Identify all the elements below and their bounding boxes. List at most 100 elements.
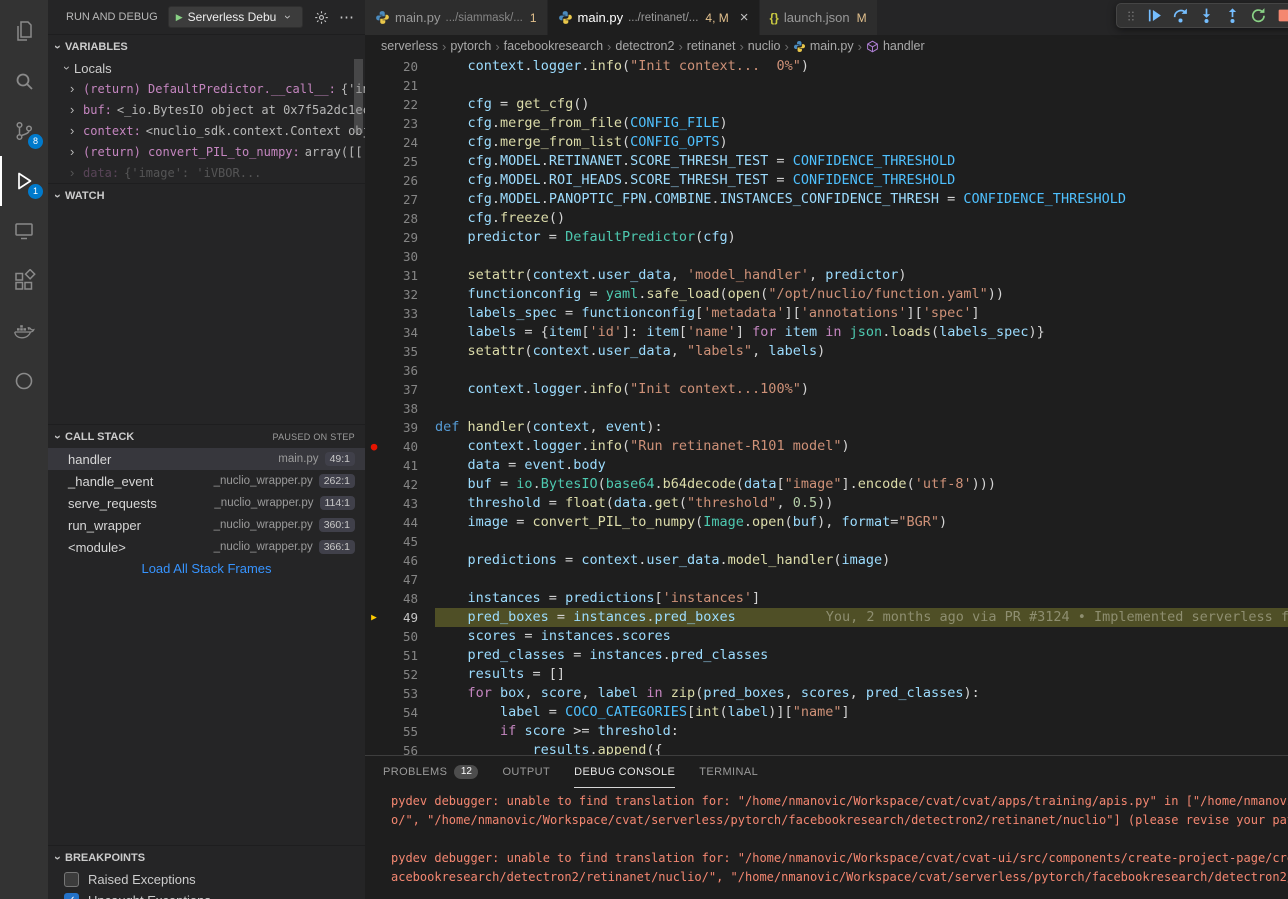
grip-icon[interactable]: [1125, 8, 1137, 24]
checkbox[interactable]: [64, 872, 79, 887]
code-text[interactable]: [435, 399, 1288, 418]
code-text[interactable]: threshold = float(data.get("threshold", …: [435, 494, 1288, 513]
editor-gutter[interactable]: 47: [365, 570, 435, 589]
activity-item-remote-explorer[interactable]: [0, 206, 48, 256]
step-out-icon[interactable]: [1224, 7, 1241, 24]
editor-gutter[interactable]: 35: [365, 342, 435, 361]
breadcrumb-item[interactable]: pytorch: [450, 39, 491, 53]
close-icon[interactable]: ×: [740, 10, 749, 25]
more-actions-icon[interactable]: ⋯: [339, 8, 355, 26]
variables-section-header[interactable]: › VARIABLES: [48, 35, 365, 58]
panel-tab-terminal[interactable]: TERMINAL: [699, 756, 758, 788]
code-text[interactable]: if score >= threshold:: [435, 722, 1288, 741]
code-text[interactable]: [435, 247, 1288, 266]
editor-gutter[interactable]: 43: [365, 494, 435, 513]
call-stack-section-header[interactable]: › CALL STACK PAUSED ON STEP: [48, 425, 365, 448]
activity-item-files[interactable]: [0, 6, 48, 56]
load-all-stack-frames-link[interactable]: Load All Stack Frames: [48, 561, 365, 576]
editor-gutter[interactable]: 54: [365, 703, 435, 722]
code-text[interactable]: pred_classes = instances.pred_classes: [435, 646, 1288, 665]
activity-item-extensions[interactable]: [0, 256, 48, 306]
panel-tab-debug-console[interactable]: DEBUG CONSOLE: [574, 756, 675, 788]
activity-item-run-debug[interactable]: 1: [0, 156, 48, 206]
breadcrumb-item[interactable]: retinanet: [687, 39, 736, 53]
editor-gutter[interactable]: 29: [365, 228, 435, 247]
editor-gutter[interactable]: 25: [365, 152, 435, 171]
code-text[interactable]: scores = instances.scores: [435, 627, 1288, 646]
code-text[interactable]: labels = {item['id']: item['name'] for i…: [435, 323, 1288, 342]
code-text[interactable]: cfg.MODEL.PANOPTIC_FPN.COMBINE.INSTANCES…: [435, 190, 1288, 209]
editor-gutter[interactable]: 20: [365, 57, 435, 76]
variable-row[interactable]: ›buf:<_io.BytesIO object at 0x7f5a2dc1ec…: [48, 99, 365, 120]
editor-gutter[interactable]: 28: [365, 209, 435, 228]
code-text[interactable]: predictions = context.user_data.model_ha…: [435, 551, 1288, 570]
gear-icon[interactable]: [314, 10, 329, 25]
stop-icon[interactable]: [1276, 7, 1288, 24]
code-text[interactable]: results = []: [435, 665, 1288, 684]
code-text[interactable]: cfg.merge_from_list(CONFIG_OPTS): [435, 133, 1288, 152]
code-text[interactable]: setattr(context.user_data, "labels", lab…: [435, 342, 1288, 361]
editor-tab[interactable]: main.py.../siammask/...1: [365, 0, 548, 35]
code-text[interactable]: [435, 361, 1288, 380]
continue-icon[interactable]: [1146, 7, 1163, 24]
editor-gutter[interactable]: 38: [365, 399, 435, 418]
code-text[interactable]: context.logger.info("Init context...100%…: [435, 380, 1288, 399]
editor-gutter[interactable]: 52: [365, 665, 435, 684]
editor-gutter[interactable]: 46: [365, 551, 435, 570]
breadcrumb-item[interactable]: nuclio: [748, 39, 781, 53]
breakpoints-section-header[interactable]: › BREAKPOINTS: [48, 846, 365, 869]
editor-gutter[interactable]: ▶49: [365, 608, 435, 627]
editor-gutter[interactable]: 39: [365, 418, 435, 437]
code-area[interactable]: 20 context.logger.info("Init context... …: [365, 57, 1288, 755]
panel-tab-problems[interactable]: PROBLEMS12: [383, 756, 478, 788]
editor-gutter[interactable]: 23: [365, 114, 435, 133]
editor-gutter[interactable]: 24: [365, 133, 435, 152]
breadcrumb-item[interactable]: detectron2: [615, 39, 674, 53]
code-text[interactable]: pred_boxes = instances.pred_boxesYou, 2 …: [435, 608, 1288, 627]
stack-frame-row[interactable]: run_wrapper_nuclio_wrapper.py360:1: [48, 514, 365, 536]
panel-tab-output[interactable]: OUTPUT: [502, 756, 550, 788]
code-text[interactable]: cfg = get_cfg(): [435, 95, 1288, 114]
breadcrumb-item[interactable]: handler: [866, 39, 925, 53]
editor-gutter[interactable]: 53: [365, 684, 435, 703]
breadcrumb-item[interactable]: facebookresearch: [504, 39, 603, 53]
code-text[interactable]: context.logger.info("Run retinanet-R101 …: [435, 437, 1288, 456]
code-text[interactable]: label = COCO_CATEGORIES[int(label)]["nam…: [435, 703, 1288, 722]
activity-item-source-control[interactable]: 8: [0, 106, 48, 156]
code-text[interactable]: instances = predictions['instances']: [435, 589, 1288, 608]
scrollbar[interactable]: [354, 59, 363, 133]
activity-item-search[interactable]: [0, 56, 48, 106]
activity-item-docker[interactable]: [0, 306, 48, 356]
code-text[interactable]: cfg.MODEL.ROI_HEADS.SCORE_THRESH_TEST = …: [435, 171, 1288, 190]
code-text[interactable]: labels_spec = functionconfig['metadata']…: [435, 304, 1288, 323]
restart-icon[interactable]: [1250, 7, 1267, 24]
checkbox[interactable]: ✓: [64, 893, 79, 899]
code-text[interactable]: functionconfig = yaml.safe_load(open("/o…: [435, 285, 1288, 304]
editor-gutter[interactable]: 31: [365, 266, 435, 285]
variable-row[interactable]: ›data:{'image': 'iVBOR...: [48, 162, 365, 183]
watch-section-header[interactable]: › WATCH: [48, 184, 365, 207]
code-text[interactable]: [435, 76, 1288, 95]
editor-gutter[interactable]: 26: [365, 171, 435, 190]
variable-row[interactable]: ›context:<nuclio_sdk.context.Context obj…: [48, 120, 365, 141]
editor-tab[interactable]: main.py.../retinanet/...4, M×: [548, 0, 760, 35]
code-text[interactable]: predictor = DefaultPredictor(cfg): [435, 228, 1288, 247]
stack-frame-row[interactable]: handlermain.py49:1: [48, 448, 365, 470]
breadcrumb-item[interactable]: main.py: [793, 39, 854, 53]
launch-config-dropdown[interactable]: ▶ Serverless Debu ›: [168, 6, 304, 28]
code-text[interactable]: cfg.MODEL.RETINANET.SCORE_THRESH_TEST = …: [435, 152, 1288, 171]
editor-gutter[interactable]: 45: [365, 532, 435, 551]
code-text[interactable]: data = event.body: [435, 456, 1288, 475]
code-text[interactable]: def handler(context, event):: [435, 418, 1288, 437]
code-text[interactable]: setattr(context.user_data, 'model_handle…: [435, 266, 1288, 285]
scope-locals[interactable]: › Locals: [48, 58, 365, 78]
variable-row[interactable]: ›(return) convert_PIL_to_numpy:array([[[…: [48, 141, 365, 162]
editor-gutter[interactable]: 56: [365, 741, 435, 755]
stack-frame-row[interactable]: serve_requests_nuclio_wrapper.py114:1: [48, 492, 365, 514]
editor-gutter[interactable]: 27: [365, 190, 435, 209]
stack-frame-row[interactable]: _handle_event_nuclio_wrapper.py262:1: [48, 470, 365, 492]
editor-gutter[interactable]: 34: [365, 323, 435, 342]
editor-gutter[interactable]: 41: [365, 456, 435, 475]
editor-gutter[interactable]: 36: [365, 361, 435, 380]
editor-gutter[interactable]: 30: [365, 247, 435, 266]
